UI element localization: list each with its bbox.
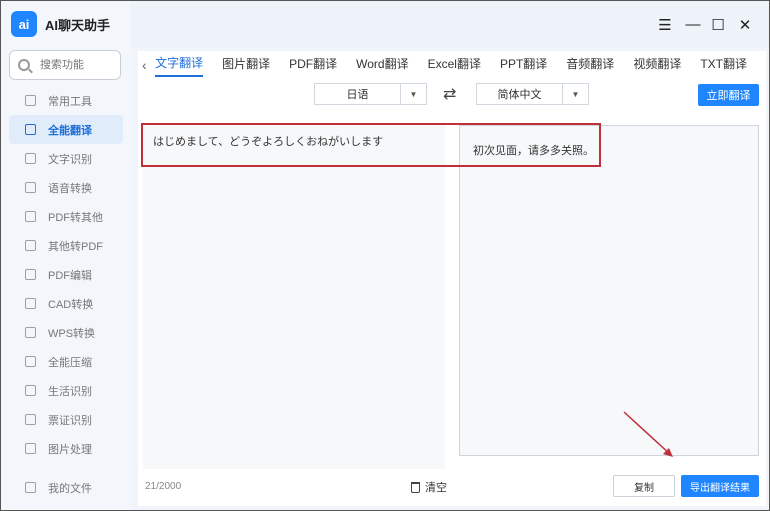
sidebar-item-compress[interactable]: 全能压缩 (9, 347, 123, 376)
sidebar-item-label: 文字识别 (48, 153, 92, 166)
sidebar: ai AI聊天助手 常用工具 全能翻译 文字识别 语音转换 PDF转其他 其他转… (1, 1, 131, 510)
swap-languages-icon[interactable]: ⇄ (443, 84, 456, 104)
copy-button[interactable]: 复制 (613, 475, 675, 497)
sidebar-item-label: 生活识别 (48, 385, 92, 398)
back-chevron-icon[interactable]: ‹ (142, 57, 155, 73)
sidebar-item-label: 其他转PDF (48, 240, 103, 253)
tab-excel-translate[interactable]: Excel翻译 (428, 55, 481, 76)
sidebar-item-label: 票证识别 (48, 414, 92, 427)
sidebar-item-label: CAD转换 (48, 298, 94, 311)
grid-icon (25, 95, 36, 106)
tab-ppt-translate[interactable]: PPT翻译 (500, 55, 547, 76)
cad-icon (25, 298, 36, 309)
sidebar-item-label: 我的文件 (48, 482, 92, 495)
sidebar-item-label: 全能压缩 (48, 356, 92, 369)
target-language-select[interactable]: 简体中文 ▼ (476, 83, 589, 105)
language-row: 日语 ▼ ⇄ 简体中文 ▼ 立即翻译 (138, 83, 766, 107)
tab-pdf-translate[interactable]: PDF翻译 (289, 55, 337, 76)
sidebar-item-ticket-scan[interactable]: 票证识别 (9, 405, 123, 434)
title-bar: ☰ — ☐ ✕ (131, 1, 769, 47)
sidebar-item-label: WPS转换 (48, 327, 96, 340)
sidebar-item-label: 全能翻译 (48, 124, 92, 137)
app-name: AI聊天助手 (45, 17, 111, 33)
tab-video-translate[interactable]: 视频翻译 (633, 55, 681, 76)
tab-text-translate[interactable]: 文字翻译 (155, 54, 204, 77)
clear-label: 清空 (425, 482, 447, 494)
search-icon (18, 59, 30, 71)
sidebar-item-label: 常用工具 (48, 95, 92, 108)
translate-icon (25, 124, 36, 135)
sidebar-item-wps[interactable]: WPS转换 (9, 318, 123, 347)
target-text-area: 初次见面，请多多关照。 (459, 125, 759, 456)
char-count: 21/2000 (145, 481, 182, 492)
sidebar-item-life-scan[interactable]: 生活识别 (9, 376, 123, 405)
tab-word-translate[interactable]: Word翻译 (356, 55, 408, 76)
sidebar-item-other-to-pdf[interactable]: 其他转PDF (9, 231, 123, 260)
annotation-arrow-icon (623, 411, 673, 457)
pdf-convert-icon (25, 240, 36, 251)
tab-audio-translate[interactable]: 音频翻译 (566, 55, 614, 76)
trash-icon (411, 481, 420, 493)
tab-image-translate[interactable]: 图片翻译 (222, 55, 270, 76)
chevron-down-icon: ▼ (562, 84, 588, 104)
life-scan-icon (25, 385, 36, 396)
translate-tabs: ‹ 文字翻译 图片翻译 PDF翻译 Word翻译 Excel翻译 PPT翻译 音… (138, 51, 766, 79)
sidebar-bottom: 我的文件 (9, 473, 123, 502)
voice-icon (25, 182, 36, 193)
source-text-area[interactable]: はじめまして、どうぞよろしくおねがいします (143, 125, 445, 469)
sidebar-item-label: 图片处理 (48, 443, 92, 456)
maximize-icon[interactable]: ☐ (710, 16, 726, 34)
target-language-value: 简体中文 (497, 89, 542, 101)
search-box[interactable] (9, 50, 121, 80)
sidebar-item-label: PDF转其他 (48, 211, 103, 224)
compress-icon (25, 356, 36, 367)
annotation-highlight-box (141, 123, 601, 167)
chevron-down-icon: ▼ (400, 84, 426, 104)
sidebar-item-label: 语音转换 (48, 182, 92, 195)
close-icon[interactable]: ✕ (737, 16, 753, 34)
app-window: ai AI聊天助手 常用工具 全能翻译 文字识别 语音转换 PDF转其他 其他转… (0, 0, 770, 511)
folder-icon (25, 482, 36, 493)
sidebar-item-pdf-to-other[interactable]: PDF转其他 (9, 202, 123, 231)
sidebar-item-image[interactable]: 图片处理 (9, 434, 123, 463)
minimize-icon[interactable]: — (685, 16, 701, 33)
sidebar-item-pdf-edit[interactable]: PDF编辑 (9, 260, 123, 289)
sidebar-item-cad[interactable]: CAD转换 (9, 289, 123, 318)
sidebar-item-voice[interactable]: 语音转换 (9, 173, 123, 202)
pdf-edit-icon (25, 269, 36, 280)
wps-icon (25, 327, 36, 338)
sidebar-item-label: PDF编辑 (48, 269, 92, 282)
sidebar-nav: 常用工具 全能翻译 文字识别 语音转换 PDF转其他 其他转PDF PDF编辑 … (9, 86, 123, 463)
source-language-select[interactable]: 日语 ▼ (314, 83, 427, 105)
sidebar-item-common-tools[interactable]: 常用工具 (9, 86, 123, 115)
source-language-value: 日语 (346, 89, 369, 101)
clear-button[interactable]: 清空 (411, 479, 447, 495)
sidebar-item-ocr[interactable]: 文字识别 (9, 144, 123, 173)
text-scan-icon (25, 153, 36, 164)
export-result-button[interactable]: 导出翻译结果 (681, 475, 759, 497)
sidebar-item-translate[interactable]: 全能翻译 (9, 115, 123, 144)
menu-icon[interactable]: ☰ (657, 16, 673, 34)
app-logo-icon: ai (11, 11, 37, 37)
ticket-icon (25, 414, 36, 425)
search-input[interactable] (40, 59, 116, 71)
footer-row: 21/2000 清空 复制 导出翻译结果 (138, 475, 766, 499)
image-icon (25, 443, 36, 454)
translate-now-button[interactable]: 立即翻译 (698, 84, 759, 106)
brand: ai AI聊天助手 (11, 11, 110, 37)
tab-txt-translate[interactable]: TXT翻译 (700, 55, 747, 76)
pdf-icon (25, 211, 36, 222)
sidebar-item-my-files[interactable]: 我的文件 (9, 473, 123, 502)
